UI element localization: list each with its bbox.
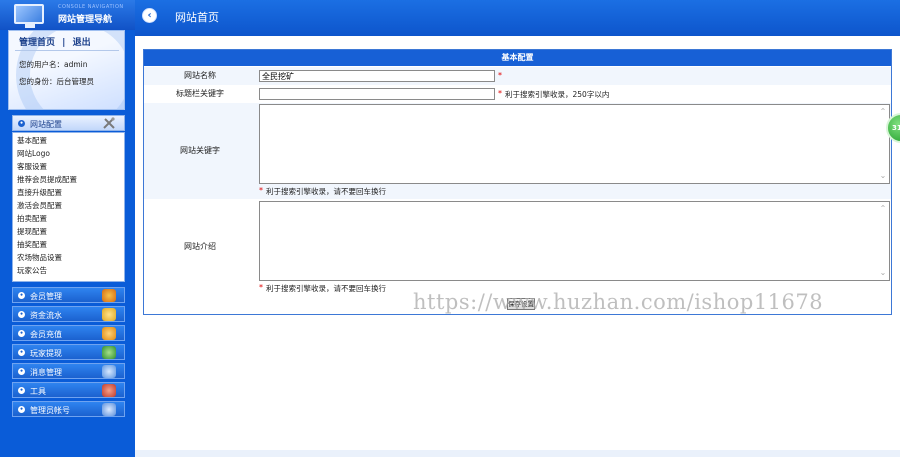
recharge-icon [102,327,116,340]
user-info-box: 管理首页 | 退出 您的用户名：admin 您的身份：后台管理员 [8,30,125,110]
expand-bullet-icon: • [18,406,25,413]
user-links-separator: | [62,38,66,48]
intro-hint: 利于搜索引擎收录，请不要回车换行 [266,284,386,293]
site-name-input[interactable] [259,70,495,82]
scroll-down-icon[interactable]: ⌄ [879,172,887,180]
sidebar: CONSOLE NAVIGATION 网站管理导航 管理首页 | 退出 您的用户… [0,0,135,457]
watermark-text: https://www.huzhan.com/ishop11678 [413,290,824,314]
menu-label: 会员管理 [30,292,62,301]
submenu-item-farm-items[interactable]: 农场物品设置 [17,252,62,263]
required-mark: * [259,283,263,292]
members-icon [102,289,116,302]
menu-label: 会员充值 [30,330,62,339]
basic-config-panel: 基本配置 网站名称 * 标题栏关键字 * 利于搜索引擎收录，250字以内 网站关… [143,49,892,315]
submenu-item-upgrade[interactable]: 直接升级配置 [17,187,62,198]
menu-fund-flow[interactable]: • 资金流水 [12,306,125,322]
row-site-name: 网站名称 * [144,67,891,85]
menu-message-management[interactable]: • 消息管理 [12,363,125,379]
expand-bullet-icon: • [18,311,25,318]
submenu-item-withdraw-config[interactable]: 提现配置 [17,226,47,237]
chevron-left-icon[interactable]: ‹ [142,8,157,23]
keywords-label: 网站关键字 [180,146,220,155]
message-icon [102,365,116,378]
submenu-item-basic-config[interactable]: 基本配置 [17,135,47,146]
submenu-item-activate[interactable]: 激活会员配置 [17,200,62,211]
menu-admin-account[interactable]: • 管理员帐号 [12,401,125,417]
seo-title-label: 标题栏关键字 [176,89,224,98]
row-intro: 网站介绍 ⌃ ⌄ * 利于搜索引擎收录，请不要回车换行 [144,199,891,295]
user-divider [15,50,119,51]
submenu-item-referral[interactable]: 推荐会员提成配置 [17,174,77,185]
panel-header: 基本配置 [144,50,891,66]
menu-label: 管理员帐号 [30,406,70,415]
money-bag-icon [102,308,116,321]
role-text: 您的身份：后台管理员 [19,77,94,86]
submenu-item-site-logo[interactable]: 网站Logo [17,148,50,159]
menu-label: 网站配置 [30,120,62,129]
admin-home-link[interactable]: 管理首页 [19,38,55,48]
row-keywords: 网站关键字 ⌃ ⌄ * 利于搜索引擎收录，请不要回车换行 [144,103,891,199]
menu-member-management[interactable]: • 会员管理 [12,287,125,303]
expand-bullet-icon: • [18,387,25,394]
logo-title: 网站管理导航 [58,15,113,25]
textarea-scrollbar[interactable]: ⌃ ⌄ [877,105,889,183]
textarea-scrollbar[interactable]: ⌃ ⌄ [877,202,889,280]
tools-icon [102,384,116,397]
monitor-logo-icon [14,4,44,28]
logout-link[interactable]: 退出 [73,38,91,48]
tools-crossed-icon [102,117,116,130]
required-mark: * [498,71,502,80]
scroll-up-icon[interactable]: ⌃ [879,205,887,213]
submenu-site-config: 基本配置 网站Logo 客服设置 推荐会员提成配置 直接升级配置 激活会员配置 … [12,132,125,282]
user-links: 管理首页 | 退出 [19,35,91,48]
expand-bullet-icon: • [18,292,25,299]
menu-player-withdraw[interactable]: • 玩家提现 [12,344,125,360]
seo-title-hint: 利于搜索引擎收录，250字以内 [505,90,610,99]
collapse-bullet-icon: • [18,120,25,127]
expand-bullet-icon: • [18,368,25,375]
intro-textarea[interactable]: ⌃ ⌄ [259,201,890,281]
expand-bullet-icon: • [18,349,25,356]
scroll-down-icon[interactable]: ⌄ [879,269,887,277]
menu-label: 玩家提现 [30,349,62,358]
seo-title-input[interactable] [259,88,495,100]
submenu-item-lottery[interactable]: 抽奖配置 [17,239,47,250]
menu-tools[interactable]: • 工具 [12,382,125,398]
required-mark: * [498,89,502,98]
menu-label: 消息管理 [30,368,62,377]
submenu-item-service[interactable]: 客服设置 [17,161,47,172]
expand-bullet-icon: • [18,330,25,337]
username-text: 您的用户名：admin [19,60,88,69]
logo-subtitle: CONSOLE NAVIGATION [58,4,124,10]
admin-account-icon [102,403,116,416]
menu-site-config[interactable]: • 网站配置 [12,115,125,131]
withdraw-icon [102,346,116,359]
intro-label: 网站介绍 [184,242,216,251]
keywords-textarea[interactable]: ⌃ ⌄ [259,104,890,184]
bottom-strip [135,450,900,457]
submenu-item-auction[interactable]: 拍卖配置 [17,213,47,224]
keywords-hint: 利于搜索引擎收录，请不要回车换行 [266,187,386,196]
menu-label: 工具 [30,387,46,396]
menu-member-recharge[interactable]: • 会员充值 [12,325,125,341]
logo-bar: CONSOLE NAVIGATION 网站管理导航 [0,0,135,30]
site-name-label: 网站名称 [184,71,216,80]
top-bar: ‹ 网站首页 [135,0,900,36]
required-mark: * [259,186,263,195]
scroll-up-icon[interactable]: ⌃ [879,108,887,116]
menu-label: 资金流水 [30,311,62,320]
row-seo-title: 标题栏关键字 * 利于搜索引擎收录，250字以内 [144,85,891,103]
page-title: 网站首页 [175,11,219,24]
submenu-item-announcement[interactable]: 玩家公告 [17,265,47,276]
